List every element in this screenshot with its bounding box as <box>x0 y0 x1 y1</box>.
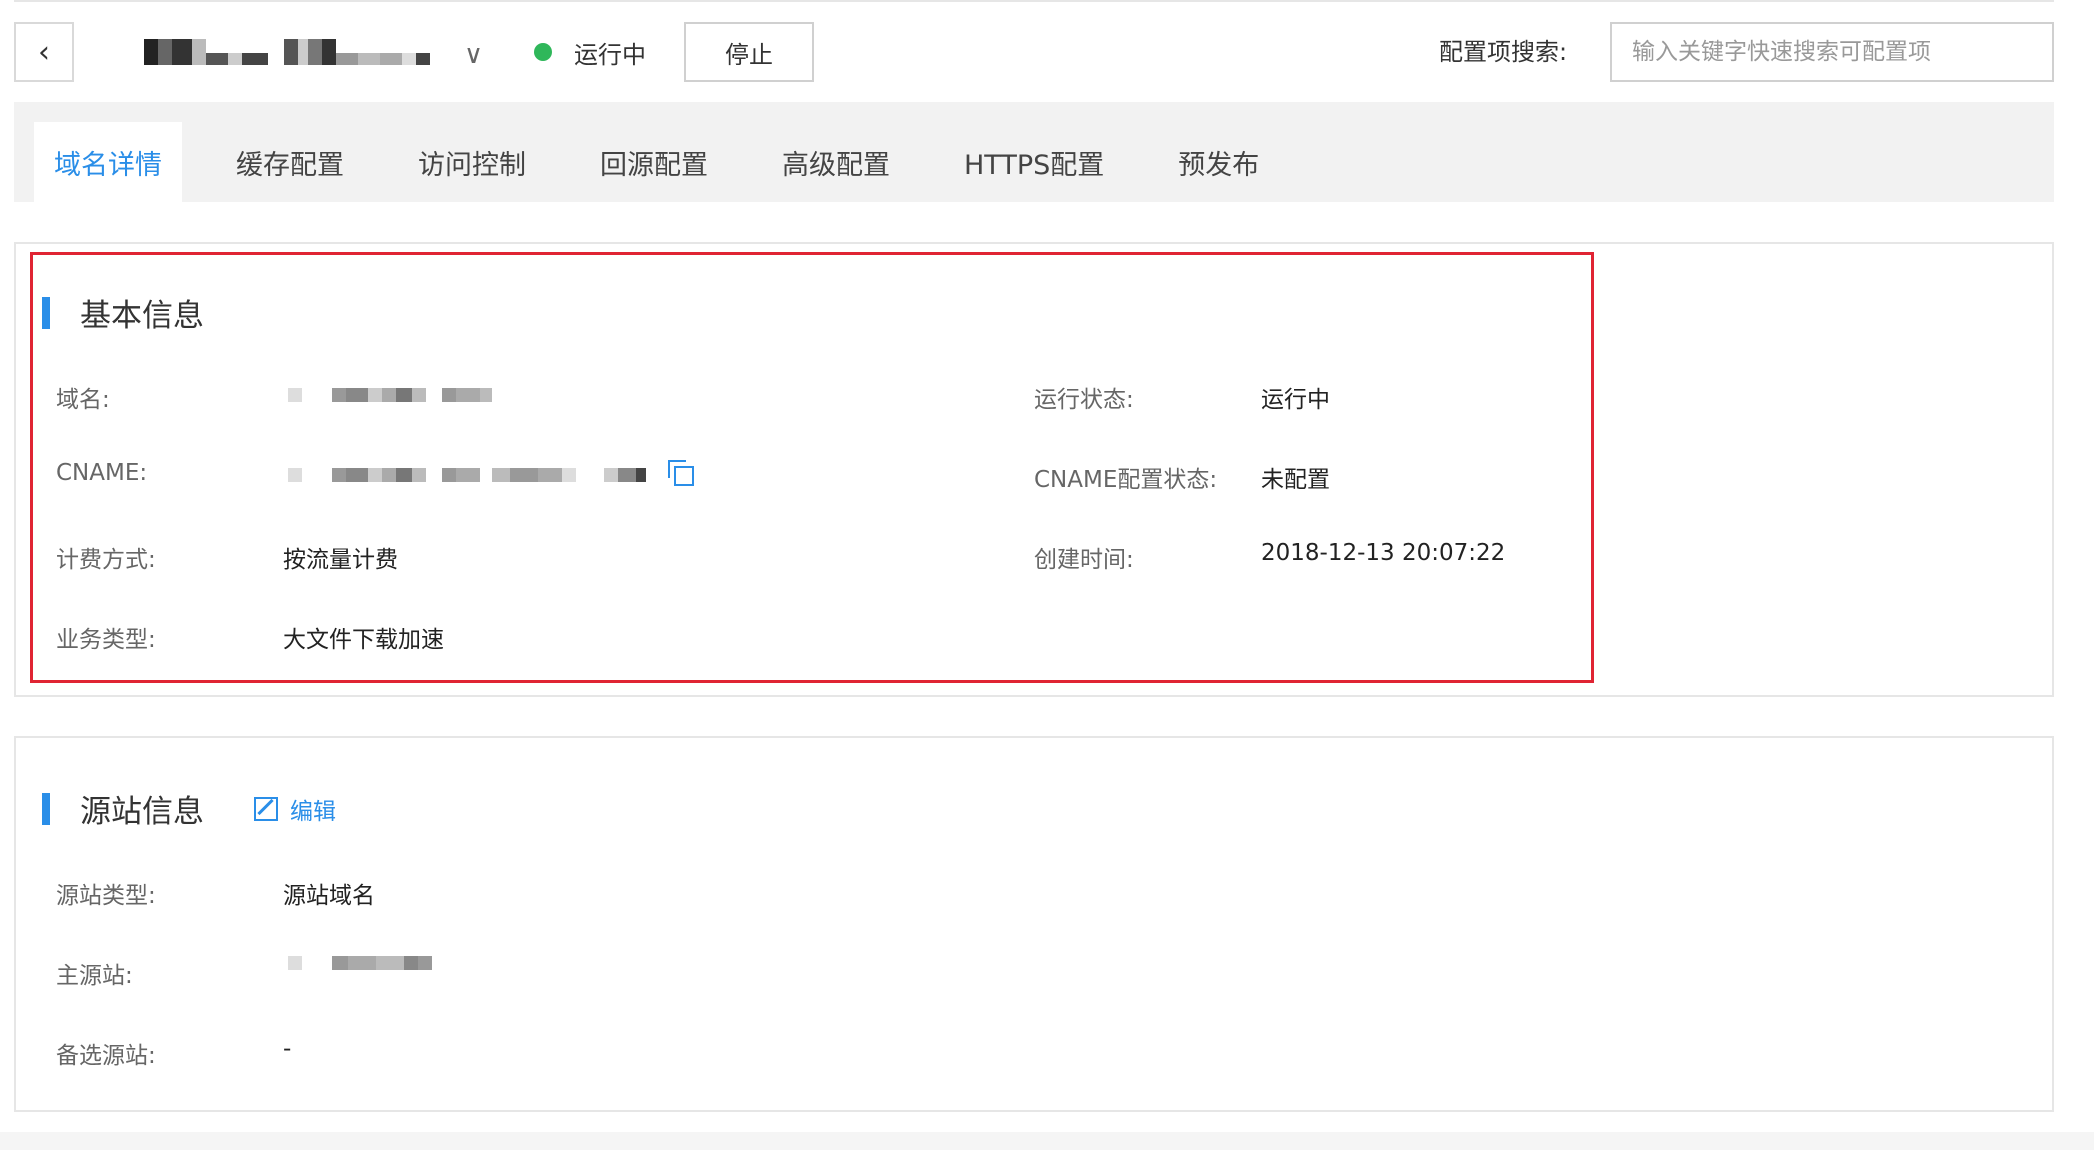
search-label: 配置项搜索: <box>1439 38 1568 66</box>
edit-origin-button[interactable]: 编辑 <box>254 792 336 826</box>
chevron-down-icon[interactable]: ∨ <box>464 40 483 70</box>
billing-value: 按流量计费 <box>283 547 398 573</box>
stop-button[interactable]: 停止 <box>684 22 814 82</box>
chevron-left-icon: ‹ <box>38 34 50 70</box>
cname-label: CNAME: <box>56 460 148 486</box>
bottom-background-strip <box>0 1132 2094 1150</box>
domain-selector[interactable] <box>144 24 494 80</box>
origin-info-title-text: 源站信息 <box>80 794 204 830</box>
domain-label: 域名: <box>56 387 110 413</box>
edit-icon <box>254 796 278 821</box>
tab-pre-release[interactable]: 预发布 <box>1158 122 1279 202</box>
created-time-label: 创建时间: <box>1034 547 1134 573</box>
blurred-primary-origin-value <box>288 956 432 970</box>
business-type-value: 大文件下载加速 <box>283 627 444 653</box>
basic-info-title-text: 基本信息 <box>80 298 204 334</box>
tab-access-control[interactable]: 访问控制 <box>398 122 546 202</box>
run-status-value: 运行中 <box>1261 387 1330 413</box>
tab-origin-pull-config[interactable]: 回源配置 <box>580 122 728 202</box>
backup-origin-value: - <box>283 1036 292 1062</box>
origin-type-value: 源站域名 <box>283 883 375 909</box>
cname-status-label: CNAME配置状态: <box>1034 467 1218 493</box>
config-search-input[interactable] <box>1610 22 2054 82</box>
copy-icon[interactable] <box>668 460 694 486</box>
edit-label: 编辑 <box>290 798 336 825</box>
title-accent-bar <box>42 296 50 329</box>
domain-status: 运行中 <box>534 32 646 72</box>
title-accent-bar <box>42 792 50 825</box>
run-status-label: 运行状态: <box>1034 387 1134 413</box>
status-dot-icon <box>534 43 552 61</box>
status-text: 运行中 <box>574 40 646 69</box>
tab-bar: 域名详情 缓存配置 访问控制 回源配置 高级配置 HTTPS配置 预发布 <box>14 102 2054 202</box>
cdn-domain-detail-page: ‹ ∨ 运行中 停止 配置项搜索: 输入关键字快速搜索可配置项 域名详情 缓存配… <box>0 0 2094 1150</box>
blurred-cname-value <box>288 468 646 482</box>
created-time-value: 2018-12-13 20:07:22 <box>1261 540 1506 566</box>
blurred-domain-name <box>144 39 430 65</box>
tab-cache-config[interactable]: 缓存配置 <box>216 122 364 202</box>
tab-advanced-config[interactable]: 高级配置 <box>762 122 910 202</box>
blurred-domain-value <box>288 388 492 402</box>
tab-https-config[interactable]: HTTPS配置 <box>944 122 1124 202</box>
back-button[interactable]: ‹ <box>14 22 74 82</box>
top-header: ‹ ∨ 运行中 停止 配置项搜索: 输入关键字快速搜索可配置项 <box>14 0 2054 100</box>
cname-status-value: 未配置 <box>1261 467 1330 493</box>
tab-domain-detail[interactable]: 域名详情 <box>34 122 182 202</box>
basic-info-title: 基本信息 <box>42 290 204 335</box>
business-type-label: 业务类型: <box>56 627 156 653</box>
backup-origin-label: 备选源站: <box>56 1043 156 1069</box>
origin-type-label: 源站类型: <box>56 883 156 909</box>
primary-origin-label: 主源站: <box>56 963 133 989</box>
origin-info-title: 源站信息 编辑 <box>42 786 336 831</box>
billing-label: 计费方式: <box>56 547 156 573</box>
